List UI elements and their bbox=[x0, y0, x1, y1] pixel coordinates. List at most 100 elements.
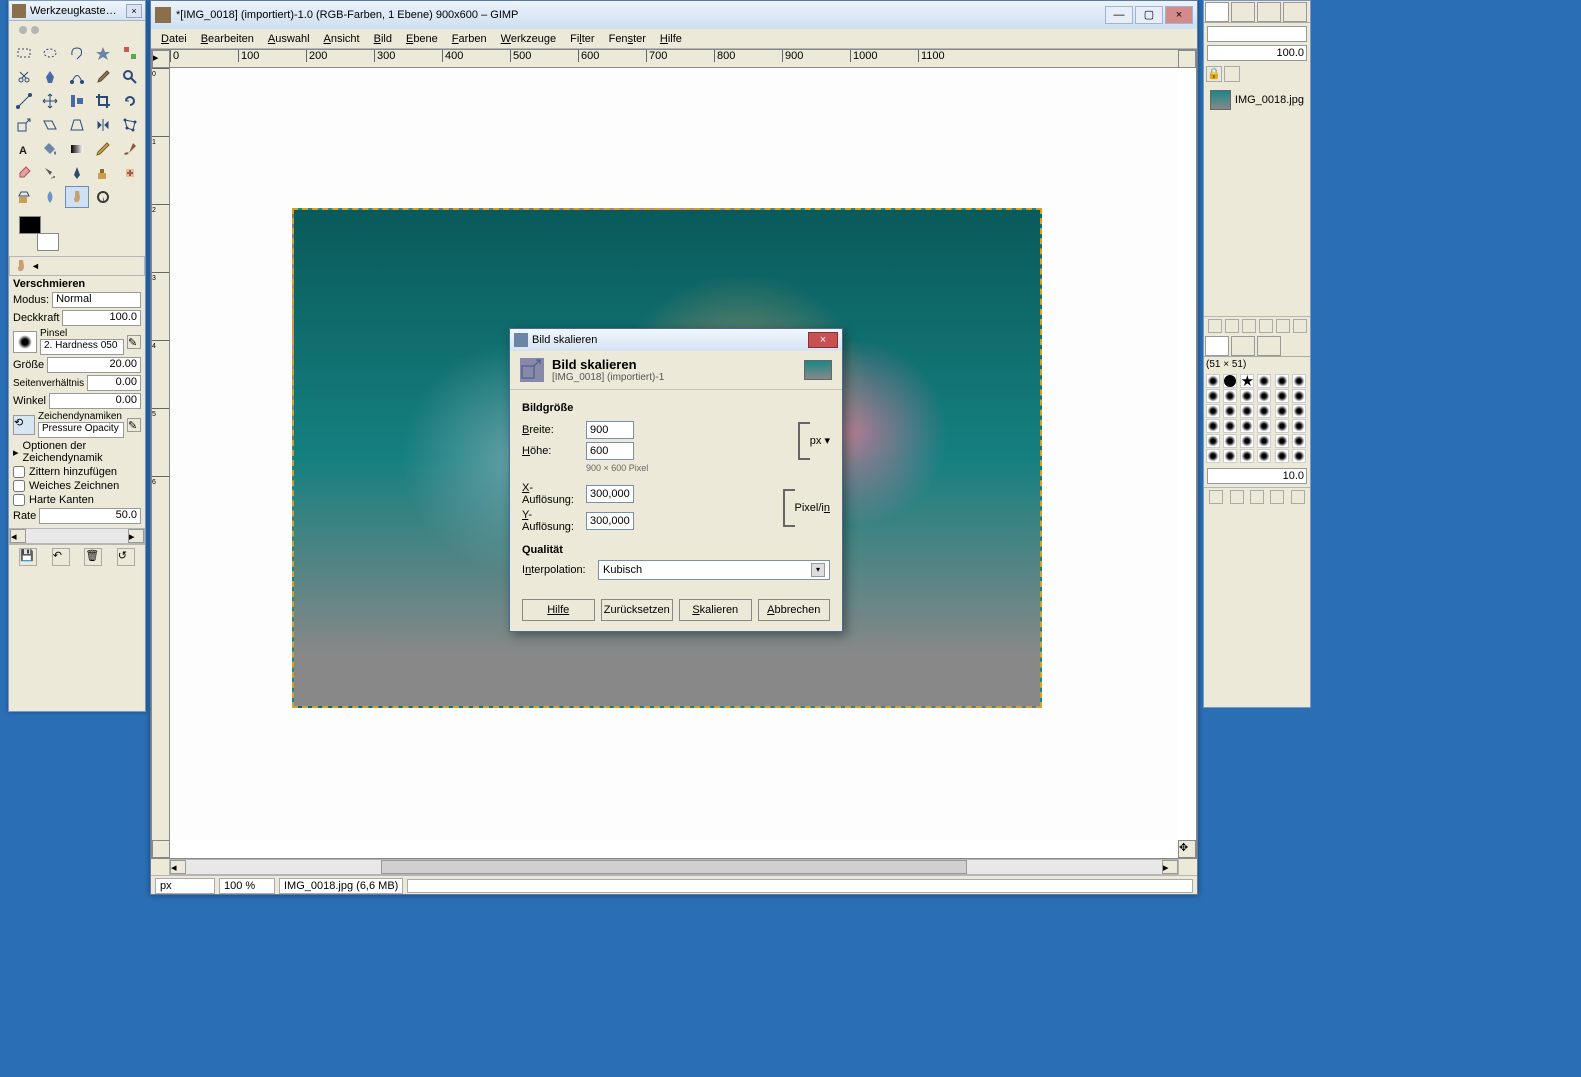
brush-item[interactable] bbox=[1206, 404, 1220, 418]
brushes-tab[interactable] bbox=[1205, 336, 1229, 356]
bucket-fill-tool[interactable] bbox=[38, 138, 62, 160]
width-input[interactable] bbox=[586, 421, 634, 439]
fg-color-swatch[interactable] bbox=[19, 216, 41, 234]
flip-tool[interactable] bbox=[91, 114, 115, 136]
brush-item[interactable] bbox=[1292, 389, 1306, 403]
edit-dynamics-button[interactable]: ✎ bbox=[127, 418, 141, 432]
lasso-tool[interactable] bbox=[65, 42, 89, 64]
bg-color-swatch[interactable] bbox=[37, 233, 59, 251]
chain-link-icon[interactable] bbox=[798, 422, 810, 460]
qmask-toggle[interactable] bbox=[152, 840, 170, 858]
refresh-brushes-button[interactable] bbox=[1291, 490, 1305, 504]
zoom-tool[interactable] bbox=[118, 66, 142, 88]
blend-tool[interactable] bbox=[65, 138, 89, 160]
brush-item[interactable] bbox=[1223, 419, 1237, 433]
color-swatches[interactable] bbox=[9, 211, 145, 256]
size-field[interactable]: 20.00 bbox=[47, 357, 141, 373]
scroll-right-button[interactable]: ▸ bbox=[128, 529, 144, 543]
delete-preset-button[interactable]: 🗑 bbox=[84, 548, 102, 566]
text-tool[interactable]: A bbox=[12, 138, 36, 160]
opacity-field[interactable]: 100.0 bbox=[62, 310, 141, 326]
size-unit-select[interactable]: px ▾ bbox=[810, 434, 830, 447]
align-tool[interactable] bbox=[65, 90, 89, 112]
brush-item[interactable] bbox=[1240, 404, 1254, 418]
brush-item[interactable] bbox=[1206, 449, 1220, 463]
crop-tool[interactable] bbox=[91, 90, 115, 112]
cage-tool[interactable] bbox=[118, 114, 142, 136]
save-preset-button[interactable]: 💾 bbox=[19, 548, 37, 566]
brush-item[interactable] bbox=[1257, 419, 1271, 433]
color-select-tool[interactable] bbox=[118, 42, 142, 64]
yres-input[interactable] bbox=[586, 512, 634, 530]
lower-layer-button[interactable] bbox=[1242, 319, 1256, 333]
brush-item[interactable] bbox=[1206, 389, 1220, 403]
menu-fenster[interactable]: Fenster bbox=[603, 31, 652, 47]
brush-item[interactable] bbox=[1206, 419, 1220, 433]
brush-item[interactable] bbox=[1206, 374, 1220, 388]
anchor-layer-button[interactable] bbox=[1276, 319, 1290, 333]
eraser-tool[interactable] bbox=[12, 162, 36, 184]
new-brush-button[interactable] bbox=[1230, 490, 1244, 504]
new-layer-button[interactable] bbox=[1208, 319, 1222, 333]
menu-datei[interactable]: Datei bbox=[155, 31, 193, 47]
minimize-button[interactable]: — bbox=[1105, 6, 1133, 24]
restore-preset-button[interactable]: ↶ bbox=[52, 548, 70, 566]
edit-brush-button[interactable] bbox=[1209, 490, 1223, 504]
brush-item[interactable] bbox=[1275, 419, 1289, 433]
dialog-titlebar[interactable]: Bild skalieren × bbox=[510, 329, 842, 351]
brush-item[interactable] bbox=[1223, 389, 1237, 403]
xres-input[interactable] bbox=[586, 485, 634, 503]
brush-item[interactable] bbox=[1275, 374, 1289, 388]
brush-preview[interactable] bbox=[13, 331, 37, 353]
perspective-tool[interactable] bbox=[65, 114, 89, 136]
layers-tab[interactable] bbox=[1205, 2, 1229, 22]
brush-item[interactable] bbox=[1257, 404, 1271, 418]
res-unit-select[interactable]: Pixel/in bbox=[795, 502, 830, 514]
brush-item[interactable] bbox=[1275, 404, 1289, 418]
brush-item[interactable] bbox=[1292, 404, 1306, 418]
lock-pixels-toggle[interactable]: 🔒 bbox=[1206, 66, 1222, 82]
brush-item[interactable] bbox=[1240, 449, 1254, 463]
edit-brush-button[interactable]: ✎ bbox=[127, 335, 141, 349]
brush-select[interactable]: 2. Hardness 050 bbox=[40, 339, 124, 355]
close-button[interactable]: × bbox=[1165, 6, 1193, 24]
brush-item[interactable] bbox=[1223, 449, 1237, 463]
height-input[interactable] bbox=[586, 442, 634, 460]
image-titlebar[interactable]: *[IMG_0018] (importiert)-1.0 (RGB-Farben… bbox=[151, 1, 1197, 29]
brush-item[interactable] bbox=[1257, 434, 1271, 448]
fuzzy-select-tool[interactable] bbox=[91, 42, 115, 64]
scissors-tool[interactable] bbox=[12, 66, 36, 88]
layer-name[interactable]: IMG_0018.jpg bbox=[1235, 94, 1304, 106]
ellipse-select-tool[interactable] bbox=[38, 42, 62, 64]
chain-link-icon[interactable] bbox=[783, 489, 795, 527]
menu-farben[interactable]: Farben bbox=[446, 31, 493, 47]
smudge-tool[interactable] bbox=[65, 186, 89, 208]
mode-select[interactable]: Normal bbox=[52, 292, 141, 308]
brush-item[interactable] bbox=[1257, 389, 1271, 403]
brush-item[interactable] bbox=[1275, 389, 1289, 403]
layer-opacity-slider[interactable]: 100.0 bbox=[1207, 45, 1307, 61]
brush-item[interactable] bbox=[1240, 389, 1254, 403]
delete-brush-button[interactable] bbox=[1270, 490, 1284, 504]
rect-select-tool[interactable] bbox=[12, 42, 36, 64]
brush-item[interactable] bbox=[1257, 374, 1271, 388]
move-tool[interactable] bbox=[38, 90, 62, 112]
channels-tab[interactable] bbox=[1231, 2, 1255, 22]
maximize-button[interactable]: ▢ bbox=[1135, 6, 1163, 24]
cancel-button[interactable]: Abbrechen bbox=[758, 599, 831, 621]
angle-field[interactable]: 0.00 bbox=[49, 393, 141, 409]
rate-field[interactable]: 50.0 bbox=[39, 508, 141, 524]
brush-item[interactable] bbox=[1206, 434, 1220, 448]
dialog-close-button[interactable]: × bbox=[808, 332, 838, 348]
measure-tool[interactable] bbox=[12, 90, 36, 112]
airbrush-tool[interactable] bbox=[38, 162, 62, 184]
aspect-field[interactable]: 0.00 bbox=[87, 375, 141, 391]
nav-corner[interactable]: ✥ bbox=[1178, 840, 1196, 858]
brush-item[interactable] bbox=[1240, 434, 1254, 448]
brush-item[interactable] bbox=[1240, 419, 1254, 433]
menu-werkzeuge[interactable]: Werkzeuge bbox=[495, 31, 562, 47]
heal-tool[interactable] bbox=[118, 162, 142, 184]
duplicate-brush-button[interactable] bbox=[1250, 490, 1264, 504]
brush-item[interactable] bbox=[1223, 374, 1237, 388]
scale-button[interactable]: Skalieren bbox=[679, 599, 752, 621]
